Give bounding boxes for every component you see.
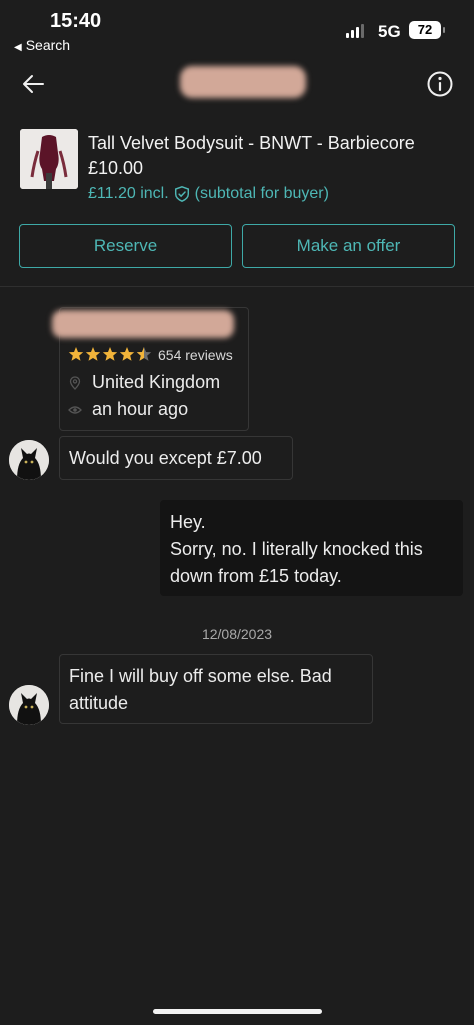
network-label: 5G [378,22,401,41]
info-icon[interactable] [426,70,454,98]
buyer-avatar[interactable] [9,440,49,480]
message-bubble-incoming: Fine I will buy off some else. Bad attit… [59,654,373,724]
product-title[interactable]: Tall Velvet Bodysuit - BNWT - Barbiecore [88,133,415,154]
date-separator: 12/08/2023 [201,626,273,642]
eye-icon [68,405,82,414]
product-thumbnail[interactable] [20,129,78,189]
redacted-username[interactable] [180,66,306,98]
buyer-protection-price[interactable]: £11.20 incl. (subtotal for buyer) [88,185,329,203]
back-triangle-icon: ◀ [14,42,22,53]
divider [0,286,474,287]
star-full-icon [68,347,84,361]
seller-last-seen: an hour ago [68,399,188,420]
back-to-search-link[interactable]: ◀ Search [14,37,70,53]
message-text: Sorry, no. I literally knocked this [170,539,423,559]
signal-icon [346,24,364,38]
incl-price: £11.20 incl. [88,185,169,202]
home-indicator[interactable] [153,1009,322,1014]
message-text: Hey. [170,512,206,532]
message-bubble-outgoing: Hey. Sorry, no. I literally knocked this… [160,500,463,596]
back-to-search-label: Search [25,37,71,53]
last-seen-label: an hour ago [92,399,189,419]
battery-icon: 72 [409,21,445,39]
arrow-left-icon[interactable] [20,70,48,98]
star-full-icon [102,347,118,361]
message-bubble-incoming: Would you except £7.00 [59,436,293,480]
status-time: 15:40 [50,10,102,32]
redacted-seller-name [52,310,234,338]
message-text: attitude [69,693,129,713]
location-label: United Kingdom [92,372,221,392]
incl-note: (subtotal for buyer) [194,185,329,202]
make-offer-button[interactable]: Make an offer [242,224,455,268]
star-full-icon [119,347,135,361]
location-pin-icon [69,375,81,390]
seller-location: United Kingdom [68,372,220,393]
buyer-avatar[interactable] [9,685,49,725]
product-price: £10.00 [88,158,144,178]
star-half-icon [136,347,152,361]
star-full-icon [85,347,101,361]
reviews-count[interactable]: 654 reviews [158,347,233,363]
message-text: down from £15 today. [170,566,342,586]
shield-check-icon [174,186,189,202]
rating-stars [68,346,152,362]
message-text: Fine I will buy off some else. Bad [69,666,332,686]
message-text: Would you except £7.00 [69,448,262,468]
reserve-button[interactable]: Reserve [19,224,232,268]
